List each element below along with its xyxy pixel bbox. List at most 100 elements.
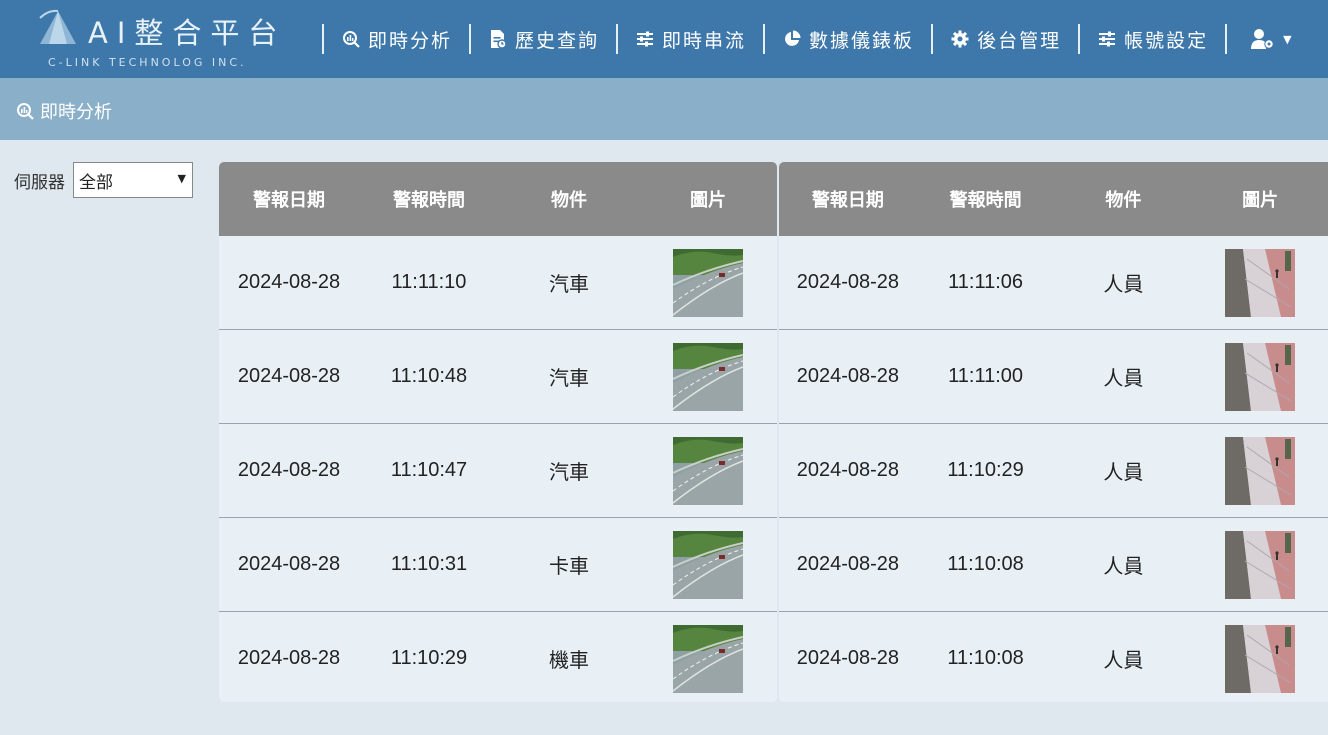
analysis-icon: [341, 29, 361, 49]
analysis-icon: [16, 102, 34, 120]
alert-time: 11:10:29: [390, 647, 468, 669]
table-header: 警報日期 警報時間 物件 圖片: [779, 162, 1328, 236]
alert-time: 11:10:47: [390, 459, 468, 481]
highway-camera-thumbnail[interactable]: [673, 625, 743, 693]
alert-object: 人員: [1103, 368, 1144, 390]
alert-date: 2024-08-28: [796, 647, 900, 669]
alert-time: 11:10:31: [390, 553, 468, 575]
sidewalk-camera-thumbnail[interactable]: [1225, 437, 1295, 505]
table-row[interactable]: 2024-08-28 11:11:06 人員: [779, 236, 1328, 330]
alert-date: 2024-08-28: [796, 271, 900, 293]
alert-image-cell: [1192, 625, 1328, 693]
nav-item-label: 歷史查詢: [515, 29, 600, 52]
gear-icon: [950, 29, 970, 49]
alert-object: 人員: [1103, 274, 1144, 296]
alert-date: 2024-08-28: [237, 459, 341, 481]
table-row[interactable]: 2024-08-28 11:11:10 汽車: [219, 236, 777, 330]
logo-mark-icon: [39, 9, 76, 44]
pie-chart-icon: [782, 29, 802, 49]
table-row[interactable]: 2024-08-28 11:11:00 人員: [779, 330, 1328, 424]
alert-object: 汽車: [549, 368, 589, 390]
alert-date: 2024-08-28: [237, 647, 341, 669]
sidewalk-camera-thumbnail[interactable]: [1225, 249, 1295, 317]
column-header-image[interactable]: 圖片: [1192, 186, 1328, 212]
alert-image-cell: [639, 437, 777, 505]
alert-table-left: 警報日期 警報時間 物件 圖片 2024-08-28 11:11:10 汽車 2…: [219, 162, 777, 702]
table-row[interactable]: 2024-08-28 11:10:08 人員: [779, 518, 1328, 612]
column-header-time[interactable]: 警報時間: [359, 186, 499, 212]
alert-object: 人員: [1103, 556, 1144, 578]
nav-item-label: 數據儀錶板: [809, 29, 915, 52]
server-select[interactable]: 全部 ▼: [73, 162, 193, 198]
highway-camera-thumbnail[interactable]: [673, 249, 743, 317]
column-header-date[interactable]: 警報日期: [219, 186, 359, 212]
logo[interactable]: AI整合平台 C-LINK TECHNOLOG INC.: [36, 8, 277, 74]
table-row[interactable]: 2024-08-28 11:10:31 卡車: [219, 518, 777, 612]
alert-time: 11:11:00: [948, 365, 1024, 387]
nav-item-label: 即時分析: [368, 29, 453, 52]
page-title: 即時分析: [40, 102, 112, 123]
alert-image-cell: [639, 343, 777, 411]
alert-time: 11:10:48: [390, 365, 468, 387]
table-row[interactable]: 2024-08-28 11:10:48 汽車: [219, 330, 777, 424]
alert-image-cell: [639, 531, 777, 599]
alert-image-cell: [1192, 249, 1328, 317]
table-header: 警報日期 警報時間 物件 圖片: [219, 162, 777, 236]
alert-object: 汽車: [549, 274, 589, 296]
highway-camera-thumbnail[interactable]: [673, 437, 743, 505]
page-subheader: 即時分析: [0, 78, 1328, 140]
alert-date: 2024-08-28: [237, 271, 341, 293]
top-navbar: AI整合平台 C-LINK TECHNOLOG INC. 即時分析 歷史查詢 即…: [0, 0, 1328, 78]
column-header-object[interactable]: 物件: [1054, 186, 1192, 212]
main-nav: 即時分析 歷史查詢 即時串流 數據儀錶板 後台管理 帳號設定 ▼: [322, 0, 1292, 78]
alert-date: 2024-08-28: [796, 459, 900, 481]
logo-title: AI整合平台: [88, 16, 287, 50]
alert-image-cell: [1192, 343, 1328, 411]
nav-item-history-query[interactable]: 歷史查詢: [471, 17, 616, 61]
server-filter: 伺服器 全部 ▼: [14, 162, 193, 198]
sidewalk-camera-thumbnail[interactable]: [1225, 343, 1295, 411]
highway-camera-thumbnail[interactable]: [673, 343, 743, 411]
alert-time: 11:10:08: [947, 553, 1024, 575]
sliders-icon: [635, 29, 655, 49]
alert-object: 卡車: [549, 556, 589, 578]
table-row[interactable]: 2024-08-28 11:10:47 汽車: [219, 424, 777, 518]
highway-camera-thumbnail[interactable]: [673, 531, 743, 599]
table-row[interactable]: 2024-08-28 11:10:08 人員: [779, 612, 1328, 702]
nav-item-live-stream[interactable]: 即時串流: [618, 17, 763, 61]
chevron-down-icon: ▼: [1283, 32, 1292, 46]
column-header-object[interactable]: 物件: [499, 186, 639, 212]
column-header-image[interactable]: 圖片: [639, 186, 777, 212]
column-header-date[interactable]: 警報日期: [779, 186, 917, 212]
sidewalk-camera-thumbnail[interactable]: [1225, 625, 1295, 693]
alert-image-cell: [1192, 437, 1328, 505]
nav-item-label: 帳號設定: [1124, 29, 1209, 52]
table-row[interactable]: 2024-08-28 11:10:29 機車: [219, 612, 777, 702]
alert-image-cell: [639, 625, 777, 693]
table-row[interactable]: 2024-08-28 11:10:29 人員: [779, 424, 1328, 518]
user-menu-button[interactable]: ▼: [1227, 17, 1292, 61]
sidewalk-camera-thumbnail[interactable]: [1225, 531, 1295, 599]
nav-item-label: 即時串流: [662, 29, 747, 52]
nav-item-data-dashboard[interactable]: 數據儀錶板: [765, 17, 931, 61]
server-filter-label: 伺服器: [14, 172, 65, 193]
alert-object: 汽車: [549, 462, 589, 484]
sliders-icon: [1097, 29, 1117, 49]
alert-date: 2024-08-28: [237, 553, 341, 575]
alert-date: 2024-08-28: [796, 365, 900, 387]
nav-item-account-settings[interactable]: 帳號設定: [1080, 17, 1225, 61]
column-header-time[interactable]: 警報時間: [917, 186, 1055, 212]
breadcrumb: 即時分析: [16, 98, 112, 124]
nav-item-admin[interactable]: 後台管理: [933, 17, 1078, 61]
alert-image-cell: [1192, 531, 1328, 599]
user-settings-icon: [1251, 29, 1274, 49]
alert-image-cell: [639, 249, 777, 317]
alert-date: 2024-08-28: [237, 365, 341, 387]
nav-item-realtime-analysis[interactable]: 即時分析: [324, 17, 469, 61]
nav-item-label: 後台管理: [977, 29, 1062, 52]
alert-time: 11:10:08: [947, 647, 1024, 669]
alert-table-right: 警報日期 警報時間 物件 圖片 2024-08-28 11:11:06 人員 2…: [779, 162, 1328, 702]
chevron-down-icon: ▼: [177, 172, 186, 185]
alert-time: 11:10:29: [947, 459, 1024, 481]
alert-object: 人員: [1103, 462, 1144, 484]
